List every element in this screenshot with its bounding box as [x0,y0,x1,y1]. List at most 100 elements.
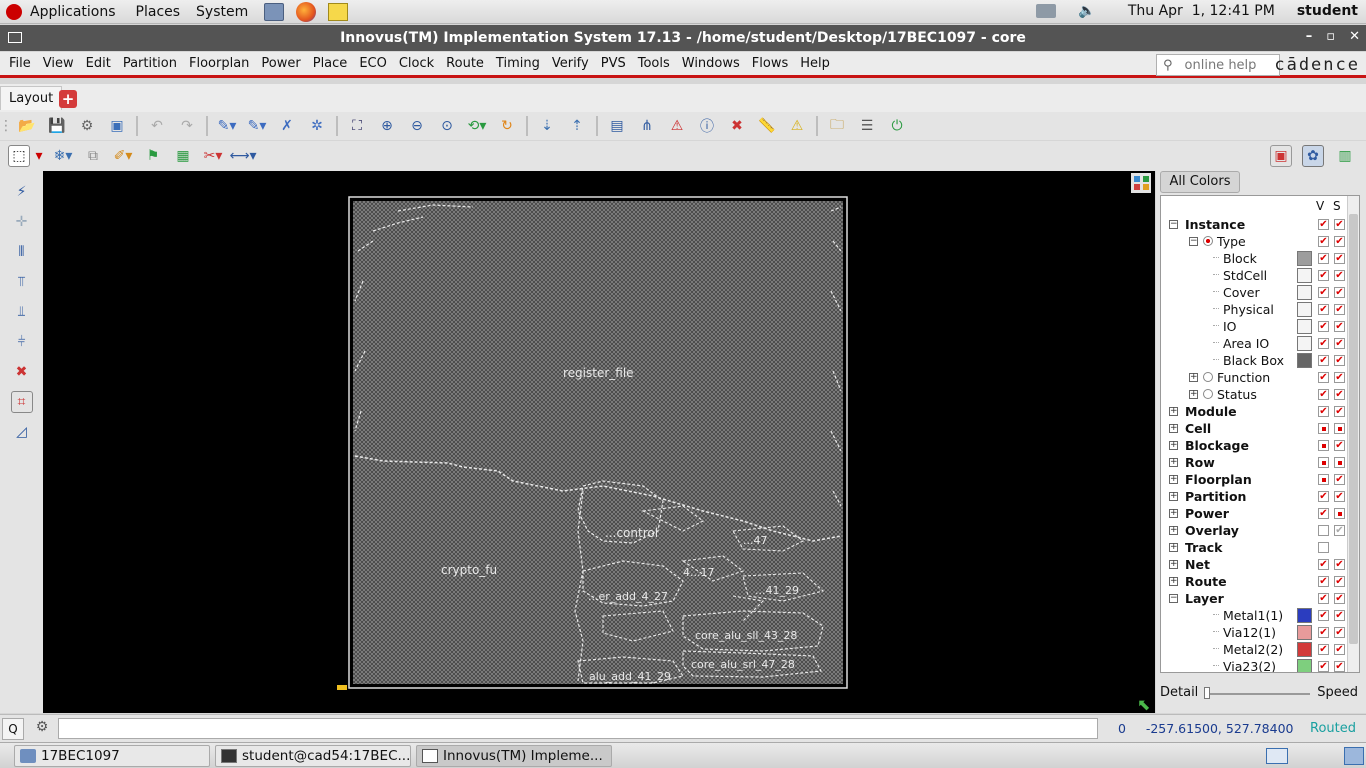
menu-route[interactable]: Route [440,56,490,71]
selectable-checkbox[interactable]: ✔ [1334,355,1345,366]
plus-icon[interactable]: + [59,90,77,108]
tree-row[interactable]: Black Box ✔ ✔ [1161,352,1345,369]
select-tool-icon[interactable]: ✎▾ [216,115,238,137]
task-innovus[interactable]: Innovus(TM) Impleme... [416,745,612,767]
tree-row[interactable]: Via23(2) ✔ ✔ [1161,658,1345,672]
settings-gear-icon[interactable]: ⚙ [76,115,98,137]
visible-checkbox[interactable]: ✔ [1318,304,1329,315]
selectable-checkbox[interactable]: ✔ [1334,593,1345,604]
save-icon[interactable]: 💾 [46,115,68,137]
selectable-checkbox[interactable]: ✔ [1334,389,1345,400]
visible-checkbox[interactable]: ✔ [1318,287,1329,298]
color-swatch[interactable] [1297,353,1312,368]
space-horizontal-icon[interactable]: ⫩ [11,331,33,353]
redo-icon[interactable]: ↷ [176,115,198,137]
minimize-icon[interactable]: – [1306,29,1313,44]
menu-flows[interactable]: Flows [746,56,794,71]
expand-icon[interactable]: + [1169,543,1178,552]
layer-palette-icon[interactable] [1131,173,1151,193]
ruler-angle-icon[interactable]: ◿ [11,421,33,443]
show-desktop-icon[interactable] [1266,748,1288,764]
tree-row[interactable]: + Status ✔ ✔ [1161,386,1345,403]
visible-checkbox[interactable]: ✔ [1318,338,1329,349]
color-swatch[interactable] [1297,251,1312,266]
zoom-area-icon[interactable]: ⊙ [436,115,458,137]
visible-checkbox[interactable]: ✔ [1318,406,1329,417]
tree-row[interactable]: + Net ✔ ✔ [1161,556,1345,573]
tree-row[interactable]: Metal2(2) ✔ ✔ [1161,641,1345,658]
window-titlebar[interactable]: Innovus(TM) Implementation System 17.13 … [0,25,1366,51]
tree-row[interactable]: Area IO ✔ ✔ [1161,335,1345,352]
redhat-logo-icon[interactable] [6,3,22,20]
tree-row[interactable]: Physical ✔ ✔ [1161,301,1345,318]
layer-tree[interactable]: V S − Instance ✔ ✔ − Type ✔ ✔ Block ✔ ✔ StdCell ✔ ✔ Co… [1160,195,1360,673]
notes-icon[interactable] [328,2,349,21]
tree-row[interactable]: StdCell ✔ ✔ [1161,267,1345,284]
flag-icon[interactable]: ⚑ [142,145,164,167]
radio-icon[interactable] [1203,372,1213,382]
info-icon[interactable]: ⓘ [696,115,718,137]
visible-checkbox[interactable] [1318,525,1329,536]
menu-edit[interactable]: Edit [80,56,117,71]
save-as-icon[interactable]: ▣ [106,115,128,137]
zoom-in-icon[interactable]: ⊕ [376,115,398,137]
expand-icon[interactable]: + [1169,560,1178,569]
user-name[interactable]: student [1297,3,1358,19]
visible-checkbox[interactable]: ✔ [1318,644,1329,655]
tree-row[interactable]: + Cell [1161,420,1345,437]
expand-icon[interactable]: + [1169,407,1178,416]
menu-file[interactable]: File [3,56,37,71]
layout-view[interactable]: register_file crypto_fu ...control ...er… [43,171,1155,714]
design-browser-icon[interactable]: ▤ [606,115,628,137]
zoom-out-icon[interactable]: ⊖ [406,115,428,137]
radio-icon[interactable] [1203,389,1213,399]
radio-icon[interactable] [1203,236,1213,246]
tree-row[interactable]: Via12(1) ✔ ✔ [1161,624,1345,641]
expand-icon[interactable]: + [1169,509,1178,518]
properties-icon[interactable]: 🗀 [826,115,848,137]
register-file-label[interactable]: register_file [563,366,634,380]
tree-row[interactable]: Metal1(1) ✔ ✔ [1161,607,1345,624]
select-net-icon[interactable]: ✎▾ [246,115,268,137]
applications-menu[interactable]: Applications [30,4,116,20]
menu-eco[interactable]: ECO [353,56,393,71]
view-mode-amoeba-icon[interactable]: ✿ [1302,145,1324,167]
tree-row[interactable]: + Overlay ✔ [1161,522,1345,539]
snowflake-icon[interactable]: ❄▾ [52,145,74,167]
resize-corner-icon[interactable]: ⬉ [1137,695,1150,714]
tree-row[interactable]: + Function ✔ ✔ [1161,369,1345,386]
visible-checkbox[interactable]: ✔ [1318,593,1329,604]
task-folder-17bec1097[interactable]: 17BEC1097 [14,745,210,767]
selectable-checkbox[interactable]: ✔ [1334,491,1345,502]
maximize-icon[interactable]: ▫ [1326,29,1335,44]
visible-checkbox[interactable] [1318,457,1329,468]
alu-sll-label[interactable]: core_alu_sll_43_28 [695,629,797,642]
tree-row[interactable]: + Partition ✔ ✔ [1161,488,1345,505]
menu-tools[interactable]: Tools [632,56,676,71]
visible-checkbox[interactable] [1318,542,1329,553]
io-pin-marker[interactable] [337,685,347,690]
notes-icon[interactable]: ☰ [856,115,878,137]
layout-canvas[interactable]: register_file crypto_fu ...control ...er… [43,171,1155,714]
cut-icon[interactable]: ✂▾ [202,145,224,167]
edit-wire-icon[interactable]: ⚡ [11,181,33,203]
zoom-fit-icon[interactable]: ⛶ [346,115,368,137]
add-pin-icon[interactable]: ✛ [11,211,33,233]
color-swatch[interactable] [1297,302,1312,317]
tree-row[interactable]: − Instance ✔ ✔ [1161,216,1345,233]
command-settings-icon[interactable]: ⚙ [30,719,54,739]
menu-help[interactable]: Help [794,56,836,71]
copy-icon[interactable]: ⧉ [82,145,104,167]
visible-checkbox[interactable] [1318,474,1329,485]
visible-checkbox[interactable]: ✔ [1318,389,1329,400]
color-swatch[interactable] [1297,268,1312,283]
menu-power[interactable]: Power [255,56,306,71]
selectable-checkbox[interactable]: ✔ [1334,253,1345,264]
close-icon[interactable]: ✕ [1349,29,1360,44]
small-label-b[interactable]: 4...17 [683,566,715,579]
system-menu[interactable]: System [196,4,248,20]
expand-icon[interactable]: + [1169,492,1178,501]
query-button[interactable]: Q [2,718,24,740]
color-swatch[interactable] [1297,319,1312,334]
selectable-checkbox[interactable] [1334,457,1345,468]
